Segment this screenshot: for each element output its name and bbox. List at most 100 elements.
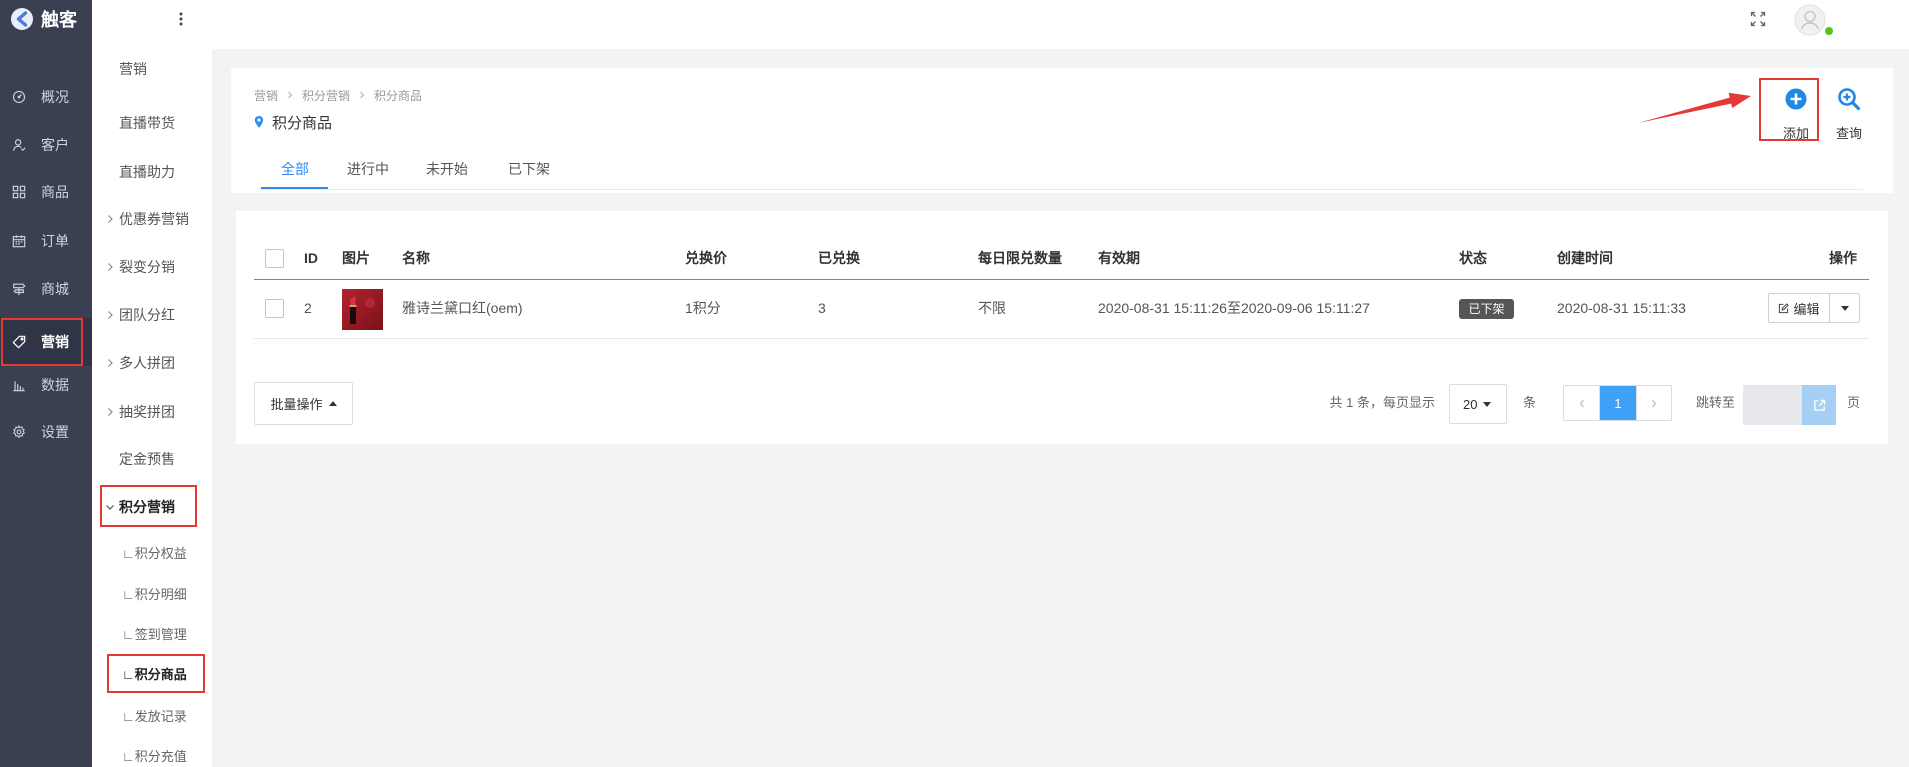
- page-header-card: [231, 68, 1893, 193]
- caret-up-icon: [328, 401, 337, 406]
- page-title: 积分商品: [254, 111, 332, 133]
- product-thumbnail[interactable]: [342, 289, 383, 330]
- jump-go-button[interactable]: [1802, 385, 1836, 425]
- query-button-label: 查询: [1835, 126, 1862, 141]
- sub-nav-item-points-detail[interactable]: ∟积分明细: [92, 582, 212, 604]
- annotation-arrow: [1638, 92, 1751, 123]
- chevron-right-icon: [108, 263, 113, 271]
- select-all-checkbox[interactable]: [265, 249, 284, 268]
- sub-nav-label: ∟积分权益: [122, 545, 187, 561]
- nav-label: 商品: [41, 184, 69, 200]
- sub-nav-label: 抽奖拼团: [119, 404, 175, 420]
- nav-item-data[interactable]: 数据: [0, 363, 92, 407]
- sub-nav-label: 多人拼团: [119, 355, 175, 371]
- chevron-left-icon: [1579, 399, 1584, 407]
- sub-nav-item-coupon[interactable]: 优惠券营销: [92, 204, 212, 234]
- prev-page-button[interactable]: [1564, 386, 1600, 420]
- sub-nav-label: ∟签到管理: [122, 626, 187, 642]
- jump-page-input[interactable]: [1743, 385, 1802, 425]
- chevron-right-icon: [108, 408, 113, 416]
- sub-nav-label: 团队分红: [119, 307, 175, 323]
- sub-nav-item-live-assist[interactable]: 直播助力: [92, 157, 212, 187]
- cell-redeemed: 3: [818, 300, 826, 316]
- sub-nav-item-points-rights[interactable]: ∟积分权益: [92, 541, 212, 563]
- sub-nav-label: 直播助力: [119, 164, 175, 180]
- cell-price: 1积分: [685, 300, 721, 316]
- app-logo-icon: [10, 7, 34, 31]
- annotation-box-points-marketing: [100, 485, 197, 527]
- sub-nav-label: ∟积分充值: [122, 748, 187, 764]
- tab-off-shelf[interactable]: 已下架: [508, 158, 550, 180]
- nav-label: 客户: [41, 137, 69, 153]
- breadcrumb-item[interactable]: 营销: [254, 87, 278, 104]
- sub-nav-item-points-recharge[interactable]: ∟积分充值: [92, 744, 212, 766]
- row-checkbox[interactable]: [265, 299, 284, 318]
- chevron-right-icon: [108, 311, 113, 319]
- sub-nav-item-team-bonus[interactable]: 团队分红: [92, 300, 212, 330]
- store-icon: [13, 283, 26, 296]
- sub-nav-label: 优惠券营销: [119, 211, 189, 227]
- pagination: 1: [1563, 385, 1672, 421]
- sub-nav-item-group-buy[interactable]: 多人拼团: [92, 348, 212, 378]
- column-header-daily-limit: 每日限兑数量: [978, 250, 1062, 266]
- nav-item-products[interactable]: 商品: [0, 170, 92, 214]
- page-button-current[interactable]: 1: [1600, 386, 1636, 420]
- more-vertical-icon[interactable]: [177, 11, 185, 27]
- nav-label: 数据: [41, 377, 69, 393]
- column-header-validity: 有效期: [1098, 250, 1140, 266]
- search-plus-icon: [1838, 88, 1861, 111]
- sub-nav-label: 直播带货: [119, 115, 175, 131]
- query-button[interactable]: 查询: [1824, 88, 1874, 142]
- nav-item-overview[interactable]: 概况: [0, 75, 92, 119]
- total-count-text: 共 1 条，每页显示: [1329, 395, 1435, 410]
- annotation-box-add: [1759, 78, 1819, 141]
- edit-button[interactable]: 编辑: [1769, 294, 1830, 322]
- cell-validity: 2020-08-31 15:11:26至2020-09-06 15:11:27: [1098, 300, 1370, 316]
- nav-label: 商城: [41, 281, 69, 297]
- page-unit-label: 页: [1847, 395, 1861, 410]
- batch-actions-button[interactable]: 批量操作: [254, 382, 353, 425]
- tab-all[interactable]: 全部: [281, 158, 309, 180]
- jump-to-label: 跳转至: [1696, 395, 1736, 410]
- column-header-redeemed: 已兑换: [818, 250, 860, 266]
- sub-nav-item-live-sales[interactable]: 直播带货: [92, 108, 212, 138]
- user-avatar-icon[interactable]: [1794, 4, 1826, 36]
- column-header-image: 图片: [342, 250, 370, 266]
- table-row-divider: [254, 338, 1869, 339]
- nav-label: 订单: [41, 233, 69, 249]
- nav-item-settings[interactable]: 设置: [0, 410, 92, 454]
- table-header-divider: [254, 279, 1869, 280]
- dashboard-icon: [12, 90, 26, 104]
- page-size-unit: 条: [1523, 395, 1537, 410]
- annotation-box-marketing: [1, 318, 83, 366]
- tab-in-progress[interactable]: 进行中: [347, 158, 389, 180]
- top-header: [92, 0, 1909, 49]
- page-size-select[interactable]: 20: [1449, 384, 1507, 424]
- breadcrumb-item: 积分商品: [374, 88, 423, 103]
- caret-down-icon: [1840, 305, 1849, 311]
- sub-nav-item-lottery-group[interactable]: 抽奖拼团: [92, 397, 212, 427]
- sub-nav-item-checkin[interactable]: ∟签到管理: [92, 622, 212, 644]
- location-pin-icon: [254, 116, 264, 128]
- sub-nav-item-issue-records[interactable]: ∟发放记录: [92, 704, 212, 726]
- app-logo[interactable]: 触客: [10, 6, 77, 32]
- status-badge: 已下架: [1459, 299, 1514, 319]
- breadcrumb-item[interactable]: 积分营销: [302, 87, 350, 104]
- calendar-icon: [12, 235, 26, 248]
- sub-nav-item-deposit-presale[interactable]: 定金预售: [92, 444, 212, 474]
- external-link-icon: [1813, 399, 1825, 411]
- breadcrumb-separator-icon: [360, 91, 365, 99]
- nav-item-store[interactable]: 商城: [0, 267, 92, 311]
- online-status-dot: [1825, 27, 1833, 35]
- fullscreen-icon[interactable]: [1750, 11, 1766, 27]
- chevron-right-icon: [108, 359, 113, 367]
- tabs-divider: [261, 189, 1863, 190]
- sub-nav-item-fission[interactable]: 裂变分销: [92, 252, 212, 282]
- row-action-dropdown[interactable]: [1830, 294, 1859, 322]
- nav-item-customers[interactable]: 客户: [0, 123, 92, 167]
- tab-not-started[interactable]: 未开始: [426, 158, 468, 180]
- nav-item-orders[interactable]: 订单: [0, 219, 92, 263]
- chevron-right-icon: [1652, 399, 1657, 407]
- sub-nav-label: 裂变分销: [119, 259, 175, 275]
- next-page-button[interactable]: [1636, 386, 1671, 420]
